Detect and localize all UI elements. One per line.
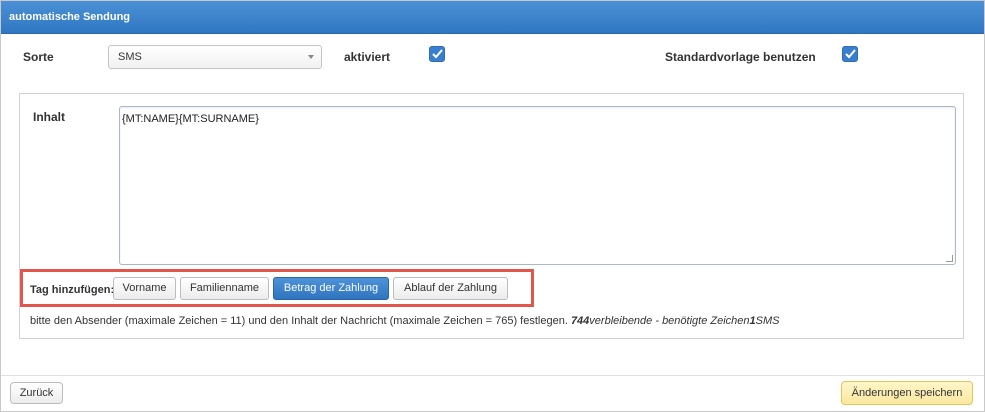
- remaining-count: 744: [570, 315, 590, 327]
- tag-vorname-button[interactable]: Vorname: [113, 277, 176, 300]
- aktiviert-label: aktiviert: [344, 50, 391, 64]
- standardvorlage-label: Standardvorlage benutzen: [665, 50, 816, 64]
- chevron-down-icon: [308, 55, 314, 59]
- checkmark-icon: [845, 49, 856, 59]
- sorte-select[interactable]: SMS: [108, 45, 322, 69]
- content-text: {MT:NAME}{MT:SURNAME}: [122, 113, 259, 125]
- remaining-label: verbleibende - benötigte Zeichen: [589, 315, 750, 327]
- dialog-window: automatische Sendung Sorte SMS aktiviert…: [0, 0, 985, 412]
- content-textarea[interactable]: {MT:NAME}{MT:SURNAME}: [119, 106, 956, 265]
- tag-ablauf-button[interactable]: Ablauf der Zahlung: [393, 277, 508, 300]
- tag-familienname-button[interactable]: Familienname: [180, 277, 269, 300]
- tag-hinzufuegen-label: Tag hinzufügen:: [30, 284, 115, 296]
- hint-text: bitte den Absender (maximale Zeichen = 1…: [30, 315, 780, 327]
- dialog-title: automatische Sendung: [1, 1, 984, 34]
- save-changes-button[interactable]: Änderungen speichern: [841, 381, 973, 405]
- inhalt-label: Inhalt: [33, 110, 65, 124]
- sorte-select-value: SMS: [118, 51, 142, 63]
- tag-betrag-button[interactable]: Betrag der Zahlung: [273, 277, 389, 300]
- sorte-label: Sorte: [23, 50, 54, 64]
- checkmark-icon: [432, 49, 443, 59]
- resize-handle-icon[interactable]: [946, 255, 953, 262]
- back-button[interactable]: Zurück: [10, 382, 63, 404]
- hint-main: bitte den Absender (maximale Zeichen = 1…: [30, 315, 568, 327]
- aktiviert-checkbox[interactable]: [429, 46, 445, 62]
- sms-label: SMS: [755, 315, 780, 327]
- footer-divider: [1, 375, 984, 376]
- standardvorlage-checkbox[interactable]: [842, 46, 858, 62]
